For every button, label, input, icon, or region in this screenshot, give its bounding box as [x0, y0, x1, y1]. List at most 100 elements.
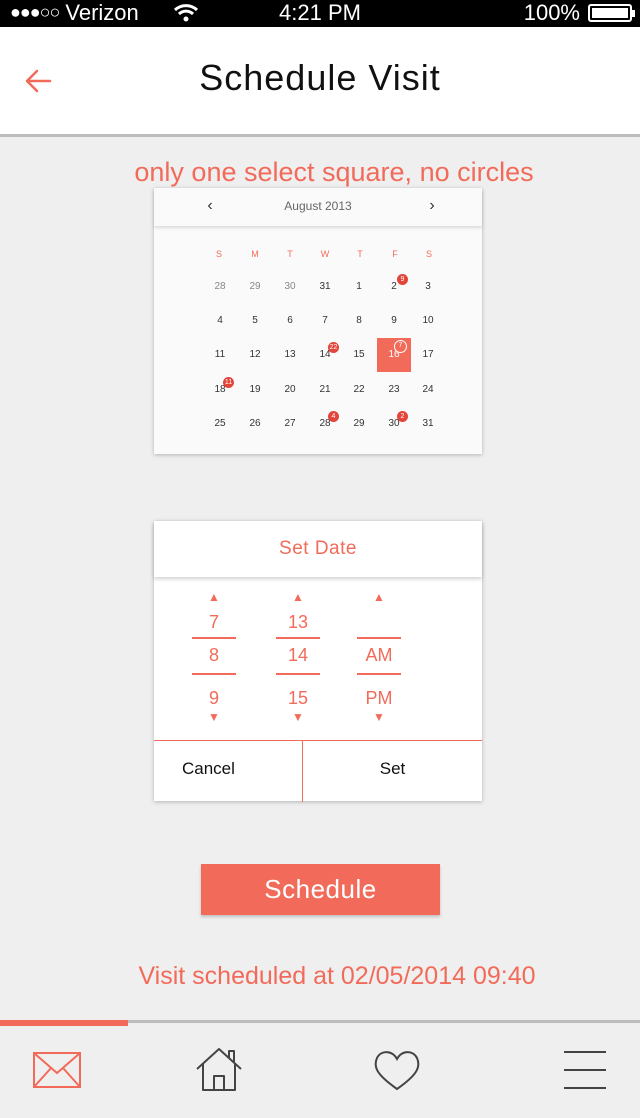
picker-header: Set Date: [154, 521, 482, 577]
calendar-day[interactable]: 24: [411, 373, 445, 407]
active-tab-indicator: [0, 1020, 128, 1026]
picker-value: 8: [208, 645, 219, 665]
calendar-day[interactable]: 30 2: [377, 407, 411, 441]
calendar-day[interactable]: 11: [203, 338, 237, 372]
calendar-day-number: 5: [252, 315, 258, 326]
heart-icon: [374, 1051, 420, 1091]
selection-line: [357, 637, 401, 639]
weekday-label: M: [251, 249, 259, 259]
status-right: 100%: [523, 0, 635, 25]
calendar-day[interactable]: 25: [203, 407, 237, 441]
confirmation-message: Visit scheduled at 02/05/2014 09:40: [138, 962, 536, 990]
selection-line: [276, 673, 320, 675]
calendar-day-number: 20: [284, 384, 296, 395]
calendar-day-number: 3: [425, 281, 431, 292]
tab-mail[interactable]: [27, 1045, 87, 1095]
decrement-arrow-icon[interactable]: ▼: [192, 710, 236, 724]
status-bar: ●●●○○ Verizon 4:21 PM 100%: [0, 0, 640, 27]
date-picker-dialog: Set Date ▲ 7 8 9 ▼ ▲ 13 14 15 ▼ ▲ AM PM ▼ Cancel Set: [154, 521, 482, 802]
calendar-day[interactable]: 12: [238, 338, 272, 372]
calendar-day[interactable]: 29: [238, 270, 272, 304]
selection-line: [192, 673, 236, 675]
calendar-day[interactable]: 15: [342, 338, 376, 372]
calendar-day[interactable]: 9: [377, 304, 411, 338]
picker-value: 15: [287, 688, 309, 708]
battery-icon: [588, 3, 635, 22]
calendar-day[interactable]: 22: [342, 373, 376, 407]
calendar-day[interactable]: 3: [411, 270, 445, 304]
picker-value: 7: [208, 612, 219, 632]
calendar-day[interactable]: 20: [273, 373, 307, 407]
calendar-day[interactable]: 14 22: [308, 338, 342, 372]
calendar-day[interactable]: 8: [342, 304, 376, 338]
ampm-column[interactable]: ▲ AM PM ▼: [357, 577, 401, 741]
cancel-button[interactable]: Cancel: [154, 741, 302, 802]
tab-favorites[interactable]: [367, 1045, 427, 1095]
event-count-badge: 9: [397, 274, 408, 285]
calendar-day[interactable]: 26: [238, 407, 272, 441]
calendar-weekday-row: SMTWTFS: [154, 249, 482, 261]
tab-bar: [0, 1020, 640, 1118]
hour-column[interactable]: ▲ 7 8 9 ▼: [192, 577, 236, 741]
calendar-day[interactable]: 18 11: [203, 373, 237, 407]
picker-value: PM: [365, 688, 393, 708]
calendar-day[interactable]: 19: [238, 373, 272, 407]
weekday-label: W: [320, 249, 330, 259]
calendar-day[interactable]: 1: [342, 270, 376, 304]
decrement-arrow-icon[interactable]: ▼: [357, 710, 401, 724]
calendar-day[interactable]: 31: [411, 407, 445, 441]
calendar-day-selected[interactable]: 16 7: [377, 338, 411, 372]
calendar-day[interactable]: 27: [273, 407, 307, 441]
selection-line: [357, 673, 401, 675]
picker-title: Set Date: [279, 538, 357, 559]
picker-value: 9: [208, 688, 219, 708]
calendar-day-number: 19: [249, 384, 261, 395]
calendar-day[interactable]: 30: [273, 270, 307, 304]
minute-column[interactable]: ▲ 13 14 15 ▼: [276, 577, 320, 741]
calendar-day[interactable]: 23: [377, 373, 411, 407]
calendar-day[interactable]: 29: [377, 270, 411, 304]
weekday-label: S: [425, 249, 432, 259]
calendar-day[interactable]: 28 4: [308, 407, 342, 441]
picker-value: 13: [287, 612, 309, 632]
calendar-day-number: 31: [422, 418, 434, 429]
calendar-day-number: 6: [287, 315, 293, 326]
picker-value: 14: [287, 645, 309, 665]
schedule-button[interactable]: Schedule: [201, 864, 440, 915]
selection-line: [192, 637, 236, 639]
increment-arrow-icon[interactable]: ▲: [192, 590, 236, 604]
increment-arrow-icon[interactable]: ▲: [357, 590, 401, 604]
calendar: ‹ August 2013 › SMTWTFS 28 29 30 31 1 2 9 3 4 5 6 7…: [154, 188, 482, 454]
calendar-day[interactable]: 28: [203, 270, 237, 304]
calendar-day[interactable]: 4: [203, 304, 237, 338]
set-button[interactable]: Set: [302, 741, 482, 802]
event-count-badge: 7: [394, 340, 407, 353]
event-count-badge: 2: [397, 411, 408, 422]
calendar-day[interactable]: 6: [273, 304, 307, 338]
battery-percent: 100%: [523, 0, 580, 25]
calendar-day[interactable]: 10: [411, 304, 445, 338]
calendar-day[interactable]: 7: [308, 304, 342, 338]
next-month-button[interactable]: ›: [422, 196, 442, 216]
calendar-day[interactable]: 5: [238, 304, 272, 338]
tab-home[interactable]: [189, 1045, 249, 1095]
calendar-day[interactable]: 13: [273, 338, 307, 372]
decrement-arrow-icon[interactable]: ▼: [276, 710, 320, 724]
weekday-label: S: [215, 249, 222, 259]
calendar-day[interactable]: 17: [411, 338, 445, 372]
calendar-day-number: 30: [284, 281, 296, 292]
menu-icon: [564, 1051, 606, 1089]
weekday-label: T: [287, 249, 293, 259]
increment-arrow-icon[interactable]: ▲: [276, 590, 320, 604]
calendar-day-number: 12: [249, 349, 261, 360]
calendar-day[interactable]: 21: [308, 373, 342, 407]
tab-menu[interactable]: [555, 1045, 615, 1095]
calendar-day[interactable]: 29: [342, 407, 376, 441]
calendar-day-number: 27: [284, 418, 296, 429]
calendar-day-number: 29: [353, 418, 365, 429]
calendar-day-number: 13: [284, 349, 296, 360]
calendar-day-number: 25: [214, 418, 226, 429]
selection-line: [276, 637, 320, 639]
calendar-day-number: 7: [322, 315, 328, 326]
calendar-day[interactable]: 31: [308, 270, 342, 304]
